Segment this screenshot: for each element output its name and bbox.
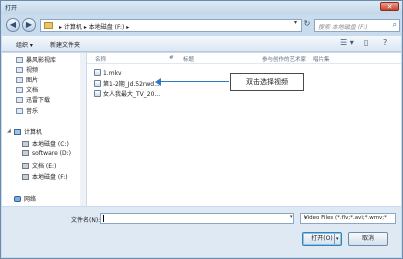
text-caret xyxy=(103,215,104,222)
video-file-icon xyxy=(94,90,101,97)
window-title: 打开 xyxy=(5,5,18,12)
navigation-pane: 暴风影视库 视频 图片 文档 迅雷下载 音乐 ◢ 计算机 本地磁盘 (C:) s… xyxy=(2,53,86,206)
chevron-down-icon[interactable]: ▾ xyxy=(290,214,293,220)
cancel-button[interactable]: 取消 xyxy=(348,232,388,246)
document-icon xyxy=(16,87,23,93)
help-icon[interactable]: ? xyxy=(383,38,387,47)
nav-item-label: software (D:) xyxy=(32,150,71,157)
annotation-arrow-head xyxy=(155,78,161,86)
nav-item-documents[interactable]: 文档 xyxy=(16,85,38,94)
nav-item-xunlei[interactable]: 迅雷下载 xyxy=(16,95,50,104)
nav-item-label: 本地磁盘 (F:) xyxy=(32,174,68,181)
preview-pane-icon[interactable]: ▯ xyxy=(364,38,368,47)
nav-item-baofeng[interactable]: 暴风影视库 xyxy=(16,55,56,64)
column-header-row: 名称 # 标题 参与创作的艺术家 唱片集 xyxy=(87,53,401,64)
nav-item-label: 音乐 xyxy=(26,108,39,115)
search-input[interactable]: 搜索 本地磁盘 (F:) ⌕ xyxy=(314,19,400,32)
annotation-callout: 双击选择视频 xyxy=(230,73,304,91)
file-type-select[interactable]: Video Files (*.flv;*.avi;*.wmv;* ▾ xyxy=(300,213,396,224)
file-name: 第1-2期_Jd.52rwd... xyxy=(103,81,160,88)
title-bar: 打开 ✕ xyxy=(1,1,402,14)
nav-item-drive-d[interactable]: software (D:) xyxy=(22,150,71,159)
column-header-name[interactable]: 名称 xyxy=(95,55,106,63)
open-button-label: 打开(O) xyxy=(311,235,333,242)
folder-icon xyxy=(16,57,23,63)
organize-menu[interactable]: 组织 ▾ xyxy=(16,40,33,49)
video-icon xyxy=(16,67,23,73)
toolbar: 组织 ▾ 新建文件夹 ☰ ▾ ▯ ? xyxy=(2,36,401,52)
folder-icon xyxy=(44,22,53,29)
nav-item-label: 暴风影视库 xyxy=(26,57,57,64)
view-options-icon[interactable]: ☰ ▾ xyxy=(340,38,354,47)
drive-icon xyxy=(22,141,29,147)
nav-item-video[interactable]: 视频 xyxy=(16,65,38,74)
download-icon xyxy=(16,97,23,103)
nav-item-network[interactable]: 网络 xyxy=(14,194,36,203)
new-folder-button[interactable]: 新建文件夹 xyxy=(50,40,80,49)
nav-item-drive-c[interactable]: 本地磁盘 (C:) xyxy=(22,139,69,148)
refresh-button[interactable]: ↻ xyxy=(302,18,312,31)
split-divider xyxy=(334,234,335,244)
expand-arrow-icon[interactable]: ◢ xyxy=(7,128,11,134)
nav-item-drive-e[interactable]: 文档 (E:) xyxy=(22,161,56,170)
open-button[interactable]: 打开(O) ▾ xyxy=(302,232,342,246)
video-file-icon xyxy=(94,80,101,87)
nav-item-label: 图片 xyxy=(26,77,39,84)
chevron-down-icon[interactable]: ▾ xyxy=(294,19,297,26)
address-bar-row: ◀ ▶ ▸ 计算机 ▸ 本地磁盘 (F:) ▸ ▾ ↻ 搜索 本地磁盘 (F:)… xyxy=(4,15,400,34)
search-placeholder: 搜索 本地磁盘 (F:) xyxy=(318,24,368,31)
drive-icon xyxy=(22,163,29,169)
nav-item-music[interactable]: 音乐 xyxy=(16,106,38,115)
chevron-down-icon[interactable]: ▾ xyxy=(336,233,339,245)
close-button[interactable]: ✕ xyxy=(380,2,399,11)
breadcrumb: ▸ 计算机 ▸ 本地磁盘 (F:) ▸ xyxy=(59,24,130,31)
filename-label: 文件名(N): xyxy=(71,217,101,224)
file-name: 女人我最大_TV_20... xyxy=(103,91,161,98)
annotation-arrow xyxy=(159,81,229,82)
list-item[interactable]: 女人我最大_TV_20... xyxy=(94,89,160,98)
footer-panel: 文件名(N): ▾ Video Files (*.flv;*.avi;*.wmv… xyxy=(2,207,401,257)
nav-item-label: 文档 (E:) xyxy=(32,163,57,170)
nav-item-label: 迅雷下载 xyxy=(26,97,51,104)
nav-item-computer[interactable]: 计算机 xyxy=(14,127,42,136)
nav-item-label: 文档 xyxy=(26,87,39,94)
nav-item-label: 网络 xyxy=(24,196,37,203)
search-icon[interactable]: ⌕ xyxy=(393,20,397,30)
nav-item-drive-f[interactable]: 本地磁盘 (F:) xyxy=(22,172,68,181)
network-icon xyxy=(14,196,21,202)
file-list: 名称 # 标题 参与创作的艺术家 唱片集 1.mkv 第1-2期_Jd.52rw… xyxy=(87,53,401,206)
column-header-title[interactable]: 标题 xyxy=(183,55,194,63)
address-field[interactable]: ▸ 计算机 ▸ 本地磁盘 (F:) ▸ xyxy=(40,19,302,32)
video-file-icon xyxy=(94,69,101,76)
picture-icon xyxy=(16,77,23,83)
chevron-down-icon: ▾ xyxy=(304,215,307,221)
list-item[interactable]: 第1-2期_Jd.52rwd... xyxy=(94,79,160,88)
drive-icon xyxy=(22,150,29,156)
forward-button[interactable]: ▶ xyxy=(22,18,36,32)
back-button[interactable]: ◀ xyxy=(6,18,20,32)
column-header-album[interactable]: 唱片集 xyxy=(313,55,330,63)
list-item[interactable]: 1.mkv xyxy=(94,69,122,78)
nav-item-label: 本地磁盘 (C:) xyxy=(32,141,69,148)
file-name: 1.mkv xyxy=(103,70,122,77)
column-header-artists[interactable]: 参与创作的艺术家 xyxy=(262,55,306,63)
column-header-number[interactable]: # xyxy=(169,55,174,61)
filename-input[interactable] xyxy=(100,213,294,224)
nav-item-pictures[interactable]: 图片 xyxy=(16,75,38,84)
drive-icon xyxy=(22,174,29,180)
open-file-dialog: 打开 ✕ ◀ ▶ ▸ 计算机 ▸ 本地磁盘 (F:) ▸ ▾ ↻ 搜索 本地磁盘… xyxy=(0,0,403,259)
computer-icon xyxy=(14,129,21,135)
music-icon xyxy=(16,108,23,114)
nav-item-label: 计算机 xyxy=(24,129,43,136)
nav-item-label: 视频 xyxy=(26,67,39,74)
nav-scrollbar[interactable] xyxy=(80,53,86,206)
